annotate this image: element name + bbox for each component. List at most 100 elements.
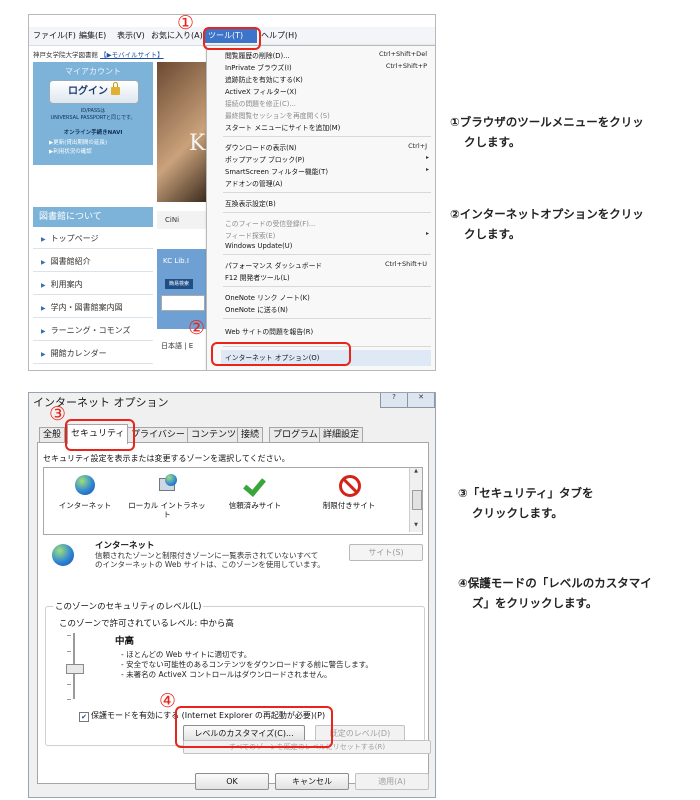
- zone-label: インターネット: [58, 501, 112, 510]
- scroll-up-icon[interactable]: ▲: [410, 468, 422, 478]
- level-description-line: - 未署名の ActiveX コントロールはダウンロードされません。: [121, 670, 332, 679]
- tools-menu-item[interactable]: 追跡防止を有効にする(K): [225, 74, 303, 84]
- restricted-icon: [338, 474, 361, 497]
- tab-connections[interactable]: 接続: [237, 427, 264, 443]
- search-input[interactable]: [161, 295, 205, 311]
- tools-menu-item[interactable]: アドオンの管理(A): [225, 178, 283, 188]
- allowed-level-text: このゾーンで許可されているレベル: 中から高: [59, 619, 234, 629]
- submenu-arrow-icon: ▸: [425, 166, 429, 173]
- menu-shortcut: Ctrl+Shift+U: [385, 260, 427, 268]
- tab-security[interactable]: セキュリティ: [67, 424, 129, 444]
- menu-edit[interactable]: 編集(E): [79, 30, 106, 41]
- tools-menu-item[interactable]: 互換表示設定(B): [225, 198, 276, 208]
- scroll-thumb[interactable]: [412, 490, 422, 510]
- tools-menu-item[interactable]: ポップアップ ブロック(P): [225, 154, 305, 164]
- tools-menu-item[interactable]: ダウンロードの表示(N): [225, 142, 297, 152]
- slider-tick: [67, 684, 71, 685]
- tools-menu-item[interactable]: InPrivate ブラウズ(I): [225, 62, 292, 72]
- instruction-line: ②インターネットオプションをクリッ: [450, 207, 644, 221]
- scroll-down-icon[interactable]: ▼: [410, 522, 422, 532]
- sidebar-item-top[interactable]: ▶ トップページ: [33, 230, 153, 249]
- tools-menu-item[interactable]: F12 開発者ツール(L): [225, 272, 290, 282]
- help-button[interactable]: ?: [380, 393, 408, 408]
- level-slider-thumb[interactable]: [66, 664, 84, 674]
- instruction-step-1: ①ブラウザのツールメニューをクリッ クします。: [450, 112, 644, 152]
- tools-menu-item[interactable]: パフォーマンス ダッシュボード: [225, 260, 322, 270]
- tools-menu-item[interactable]: フィード探索(E): [225, 230, 275, 240]
- zone-trusted[interactable]: 信頼済みサイト: [216, 473, 294, 510]
- tools-menu-item[interactable]: 閲覧履歴の削除(D)...: [225, 50, 290, 60]
- login-note: ID/PASSは UNIVERSAL PASSPORTと同じです。: [33, 108, 153, 122]
- menu-separator: [223, 212, 431, 213]
- callout-box-2: [211, 342, 351, 366]
- zone-scrollbar[interactable]: ▲ ▼: [409, 468, 422, 532]
- sidebar-item-label: 図書館紹介: [50, 257, 91, 266]
- tools-menu-item[interactable]: 最終閲覧セッションを再度開く(S): [225, 110, 330, 120]
- cinii-tab[interactable]: CiNi: [157, 211, 207, 229]
- tools-menu-item[interactable]: Web サイトの問題を報告(R): [225, 326, 313, 336]
- menu-separator: [223, 136, 431, 137]
- lock-icon: [111, 82, 120, 95]
- instruction-line: ①ブラウザのツールメニューをクリッ: [450, 115, 644, 129]
- menu-help[interactable]: ヘルプ(H): [261, 30, 297, 41]
- tab-advanced[interactable]: 詳細設定: [319, 427, 364, 443]
- tools-menu-item[interactable]: OneNote に送る(N): [225, 304, 288, 314]
- close-button[interactable]: ✕: [407, 393, 435, 408]
- tools-menu-item[interactable]: スタート メニューにサイトを追加(M): [225, 122, 340, 132]
- cancel-button[interactable]: キャンセル: [275, 773, 349, 790]
- tools-menu-item[interactable]: OneNote リンク ノート(K): [225, 292, 310, 302]
- tab-privacy[interactable]: プライバシー: [127, 427, 189, 443]
- tools-menu-item[interactable]: このフィードの受信登録(F)...: [225, 218, 315, 228]
- sidebar-item-label: ラーニング・コモンズ: [50, 326, 131, 335]
- instruction-line: ズ」をクリックします。: [472, 596, 598, 610]
- tab-contents[interactable]: コンテンツ: [187, 427, 241, 443]
- sidebar-item-label: 学内・図書館案内図: [50, 303, 123, 312]
- sidebar-item-calendar[interactable]: ▶ 開館カレンダー: [33, 345, 153, 364]
- triangle-icon: ▶: [41, 305, 46, 312]
- mobile-site-link[interactable]: 【▶モバイルサイト】: [100, 51, 164, 59]
- menu-shortcut: Ctrl+Shift+P: [385, 62, 427, 70]
- zone-restricted[interactable]: 制限付きサイト: [310, 474, 388, 510]
- protected-mode-checkbox[interactable]: ✔: [79, 712, 89, 722]
- ok-button[interactable]: OK: [195, 773, 269, 790]
- tools-menu-item[interactable]: Windows Update(U): [225, 242, 292, 250]
- instruction-step-2: ②インターネットオプションをクリッ クします。: [450, 204, 644, 244]
- instruction-step-3: ③「セキュリティ」タブを クリックします。: [458, 483, 594, 523]
- menu-shortcut: Ctrl+J: [408, 142, 427, 150]
- sidebar-item-map[interactable]: ▶ 学内・図書館案内図: [33, 299, 153, 318]
- selected-zone-name: インターネット: [95, 541, 155, 551]
- sidebar-item-intro[interactable]: ▶ 図書館紹介: [33, 253, 153, 272]
- zone-internet[interactable]: インターネット: [46, 474, 124, 510]
- zone-label: ローカル イントラネット: [128, 501, 206, 519]
- menu-file[interactable]: ファイル(F): [33, 30, 76, 41]
- callout-number-3: ③: [49, 403, 67, 425]
- language-switch[interactable]: 日本語 | E: [161, 341, 193, 351]
- triangle-icon: ▶: [41, 282, 46, 289]
- sidebar-item-commons[interactable]: ▶ ラーニング・コモンズ: [33, 322, 153, 341]
- instruction-line: クします。: [464, 227, 521, 241]
- slider-tick: [67, 651, 71, 652]
- sidebar-item-guide[interactable]: ▶ 利用案内: [33, 276, 153, 295]
- tab-general[interactable]: 全般: [39, 427, 66, 443]
- tools-menu-item[interactable]: ActiveX フィルター(X): [225, 86, 297, 96]
- login-button[interactable]: ログイン: [49, 80, 139, 104]
- slider-tick: [67, 635, 71, 636]
- menu-separator: [223, 254, 431, 255]
- apply-button[interactable]: 適用(A): [355, 773, 429, 790]
- selected-zone-description: 信頼されたゾーンと制限付きゾーンに一覧表示されていないすべてのインターネットの …: [95, 551, 325, 569]
- zone-intranet[interactable]: ローカル イントラネット: [128, 474, 206, 519]
- callout-box-4: [175, 706, 333, 748]
- tools-menu-item[interactable]: SmartScreen フィルター機能(T): [225, 166, 328, 176]
- site-name: 神戸女学院大学図書館: [33, 51, 98, 59]
- tab-programs[interactable]: プログラム: [269, 427, 322, 443]
- menu-separator: [223, 192, 431, 193]
- navi-status-link[interactable]: ▶利用状況の確認: [49, 147, 92, 155]
- sidebar-item-label: 利用案内: [50, 280, 83, 289]
- zone-label: 制限付きサイト: [322, 501, 376, 510]
- simple-search-tab[interactable]: 簡易検索: [165, 279, 193, 289]
- library-section-title: 図書館について: [33, 207, 153, 227]
- tools-menu-item[interactable]: 接続の問題を修正(C)...: [225, 98, 296, 108]
- sites-button[interactable]: サイト(S): [349, 544, 423, 561]
- navi-renew-link[interactable]: ▶更新(貸出期間の延長): [49, 138, 107, 146]
- menu-view[interactable]: 表示(V): [117, 30, 145, 41]
